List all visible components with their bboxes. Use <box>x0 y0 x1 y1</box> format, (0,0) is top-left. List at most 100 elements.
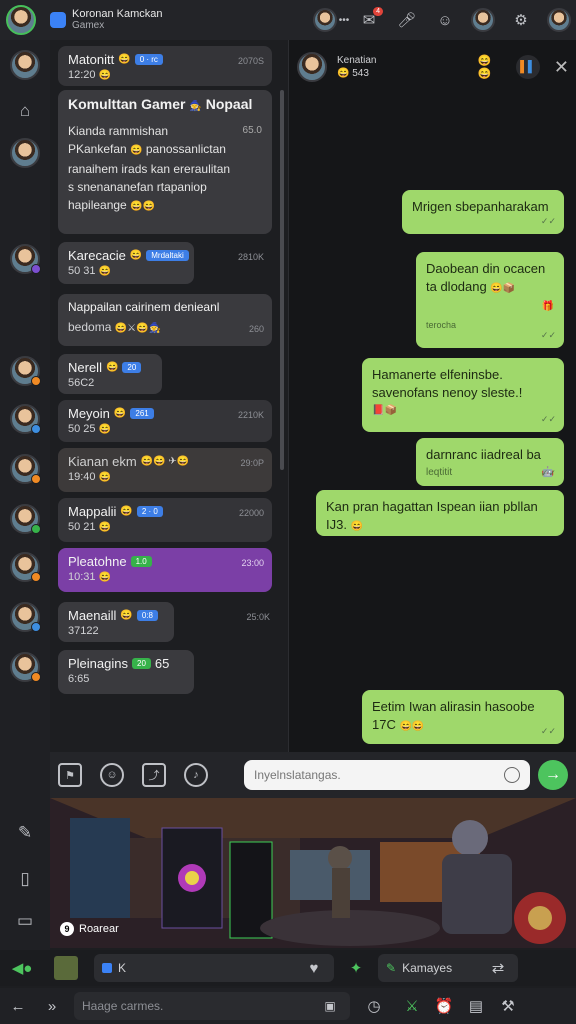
clock-icon[interactable]: ◷ <box>362 997 386 1015</box>
close-icon[interactable]: ✕ <box>554 57 569 78</box>
self-avatar[interactable] <box>6 5 36 35</box>
chat-item-active[interactable]: Pleatohne 1.0 10:31 😄 23:00 <box>58 548 272 592</box>
chat-chip: 20 <box>122 362 142 373</box>
send-button[interactable]: → <box>538 760 568 790</box>
emoji-icon[interactable]: ☺ <box>434 9 456 31</box>
chat-item[interactable]: Karecacie 😄 Mrdaltaki 50 31 😄 2810K <box>58 242 264 284</box>
chat-chip: 2 · 0 <box>136 506 163 517</box>
game-search-pill[interactable]: K ♥ <box>94 954 334 982</box>
group-title-2: Nopaal <box>205 96 253 112</box>
tools-icon[interactable]: ✎ <box>12 820 38 846</box>
chat-list: Matonitt 😄 0 · rc 12:20 😄 2070S Komulttan … <box>50 40 286 752</box>
message-text: Mrigen sbepanharakam <box>412 199 549 214</box>
chat-item[interactable]: Kianan ekm 😄😄 ✈😄 19:40 😄 29:0P <box>58 448 272 492</box>
chat-sub: 56C2 <box>68 377 95 389</box>
list-scrollbar[interactable] <box>280 90 284 470</box>
conversation-name: Kenatian <box>337 55 377 66</box>
message-bubble: Eetim Iwan alirasin hasoobe 17C 😄😄 ✓✓ <box>362 690 564 744</box>
game-mode-icon[interactable]: ⚔ <box>400 997 424 1015</box>
status-dot <box>31 622 41 632</box>
home-icon[interactable]: ⌂ <box>12 98 38 124</box>
gif-icon[interactable]: ⤴ <box>142 763 166 787</box>
user-avatar[interactable] <box>471 8 495 32</box>
rail-avatar-10[interactable] <box>10 652 41 682</box>
emoji-picker-icon[interactable] <box>504 767 520 783</box>
chat-item[interactable]: Matonitt 😄 0 · rc 12:20 😄 2070S <box>58 46 272 86</box>
rail-avatar-5[interactable] <box>10 404 41 434</box>
rail-avatar-6[interactable] <box>10 454 41 484</box>
group-chat-card[interactable]: Komulttan Gamer 🧙 Nopaal Kianda rammisha… <box>58 90 272 234</box>
chat-item[interactable]: Maenaill 😄 0:8 37122 25:0K <box>58 602 270 642</box>
chat-item[interactable]: Pleinagins 20 65 6:65 <box>58 650 194 694</box>
chat-item[interactable]: Meyoin 😄 261 50 25 😄 2210K <box>58 400 272 442</box>
alarm-icon[interactable]: ⏰ <box>432 997 456 1015</box>
tablet-icon[interactable]: ▯ <box>12 866 38 892</box>
contact-more-icon[interactable]: ••• <box>312 8 349 32</box>
message-bubble: darnranc iiadreal ba leqtitit 🤖 ✓✓ <box>416 438 564 486</box>
message-placeholder: Inyelnslatangas. <box>254 768 341 782</box>
rail-avatar-7[interactable] <box>10 504 41 534</box>
notification-icon[interactable]: ✉ 4 <box>358 7 383 31</box>
message-input[interactable]: Inyelnslatangas. <box>244 760 530 790</box>
rail-avatar-8[interactable] <box>10 552 41 582</box>
banner-art <box>50 798 576 948</box>
note-card[interactable]: Nappailan cairinem denieanl bedoma 😄⚔😄🧙 … <box>58 294 272 346</box>
card-icon[interactable]: ▭ <box>12 908 38 934</box>
app-icon <box>50 12 66 28</box>
back-icon[interactable]: ← <box>6 998 30 1015</box>
profile-avatar[interactable] <box>547 8 571 32</box>
settings-icon[interactable]: ⚙ <box>510 9 532 31</box>
category-icon: ✎ <box>386 961 397 975</box>
chat-item[interactable]: Mappalii 😄 2 · 0 50 21 😄 22000 <box>58 498 272 542</box>
emoji: 😄 <box>98 70 112 81</box>
game-thumb[interactable] <box>54 956 78 980</box>
message-text: Eetim Iwan alirasin hasoobe <box>372 699 535 714</box>
forward-icon[interactable]: » <box>40 998 64 1015</box>
message-text: Daobean din ocacen <box>426 261 546 276</box>
chat-name: Pleatohne <box>68 554 127 569</box>
tools-grid-icon[interactable]: ⚒ <box>496 997 520 1015</box>
rail-avatar-2[interactable] <box>10 138 40 168</box>
rail-avatar-9[interactable] <box>10 602 41 632</box>
category-pill[interactable]: ✎ Kamayes ⇄ <box>378 954 518 982</box>
profile-icon[interactable] <box>547 8 571 32</box>
app-title-block: Koronan Kamckan Gamex <box>72 8 163 32</box>
emoji: 😄 <box>337 68 350 79</box>
heart-icon[interactable]: ♥ <box>302 960 326 977</box>
top-bar: Koronan Kamckan Gamex ••• ✉ 4 🎤︎ ☺ ⚙ <box>0 0 576 40</box>
group-line-1: Kianda rammishan <box>68 124 169 138</box>
rail-avatar-1[interactable] <box>10 50 40 80</box>
group-line-2b: panossanlictan <box>145 142 226 156</box>
back-play-icon[interactable]: ◀● <box>10 959 34 977</box>
emoji: 😄📦 <box>490 283 516 294</box>
chat-time: 2810K <box>237 252 264 262</box>
contact-avatar[interactable] <box>312 8 337 32</box>
group-line-2: PKankefan <box>68 142 127 156</box>
emoji: 😄 <box>98 266 112 277</box>
mic-icon[interactable]: 🎤︎ <box>396 9 418 31</box>
voice-icon[interactable]: ♪ <box>184 763 208 787</box>
message-bubble: Hamanerte elfeninsbe. savenofans nenoy s… <box>362 358 564 432</box>
game-banner[interactable]: 9 Roarear <box>50 798 576 948</box>
search-bar[interactable]: Haage carmes. ▣ <box>74 992 350 1020</box>
controller-icon[interactable]: ✦ <box>344 959 368 977</box>
message-text: darnranc iiadreal ba <box>426 447 541 462</box>
rail-avatar-4[interactable] <box>10 356 41 386</box>
message-bubble: Kan pran hagattan Ispean iian pbllan IJ3… <box>316 490 564 536</box>
clipboard-icon[interactable]: ▤ <box>464 997 488 1015</box>
reactions-icon[interactable]: 😄😄 <box>478 55 502 80</box>
banner-label: 9 Roarear <box>60 922 119 936</box>
mic-small-icon[interactable]: ▣ <box>318 999 342 1013</box>
conversation-avatar[interactable] <box>297 52 327 82</box>
chat-item[interactable]: Nerell 😄 20 56C2 <box>58 354 162 394</box>
read-ticks-icon: ✓✓ <box>540 330 556 340</box>
rail-avatar-3[interactable] <box>10 244 41 274</box>
bottom-bar: ← » Haage carmes. ▣ ◷ ⚔ ⏰ ▤ ⚒ <box>0 988 576 1024</box>
sticker-icon[interactable]: ☺ <box>100 763 124 787</box>
user-icon[interactable] <box>471 8 495 32</box>
tag-icon[interactable]: ▌ ▌ <box>515 55 540 79</box>
attach-icon[interactable]: ⚑ <box>58 763 82 787</box>
swap-icon[interactable]: ⇄ <box>486 959 510 977</box>
emoji: 😄 <box>129 250 143 261</box>
chat-chip: 20 <box>132 658 151 669</box>
